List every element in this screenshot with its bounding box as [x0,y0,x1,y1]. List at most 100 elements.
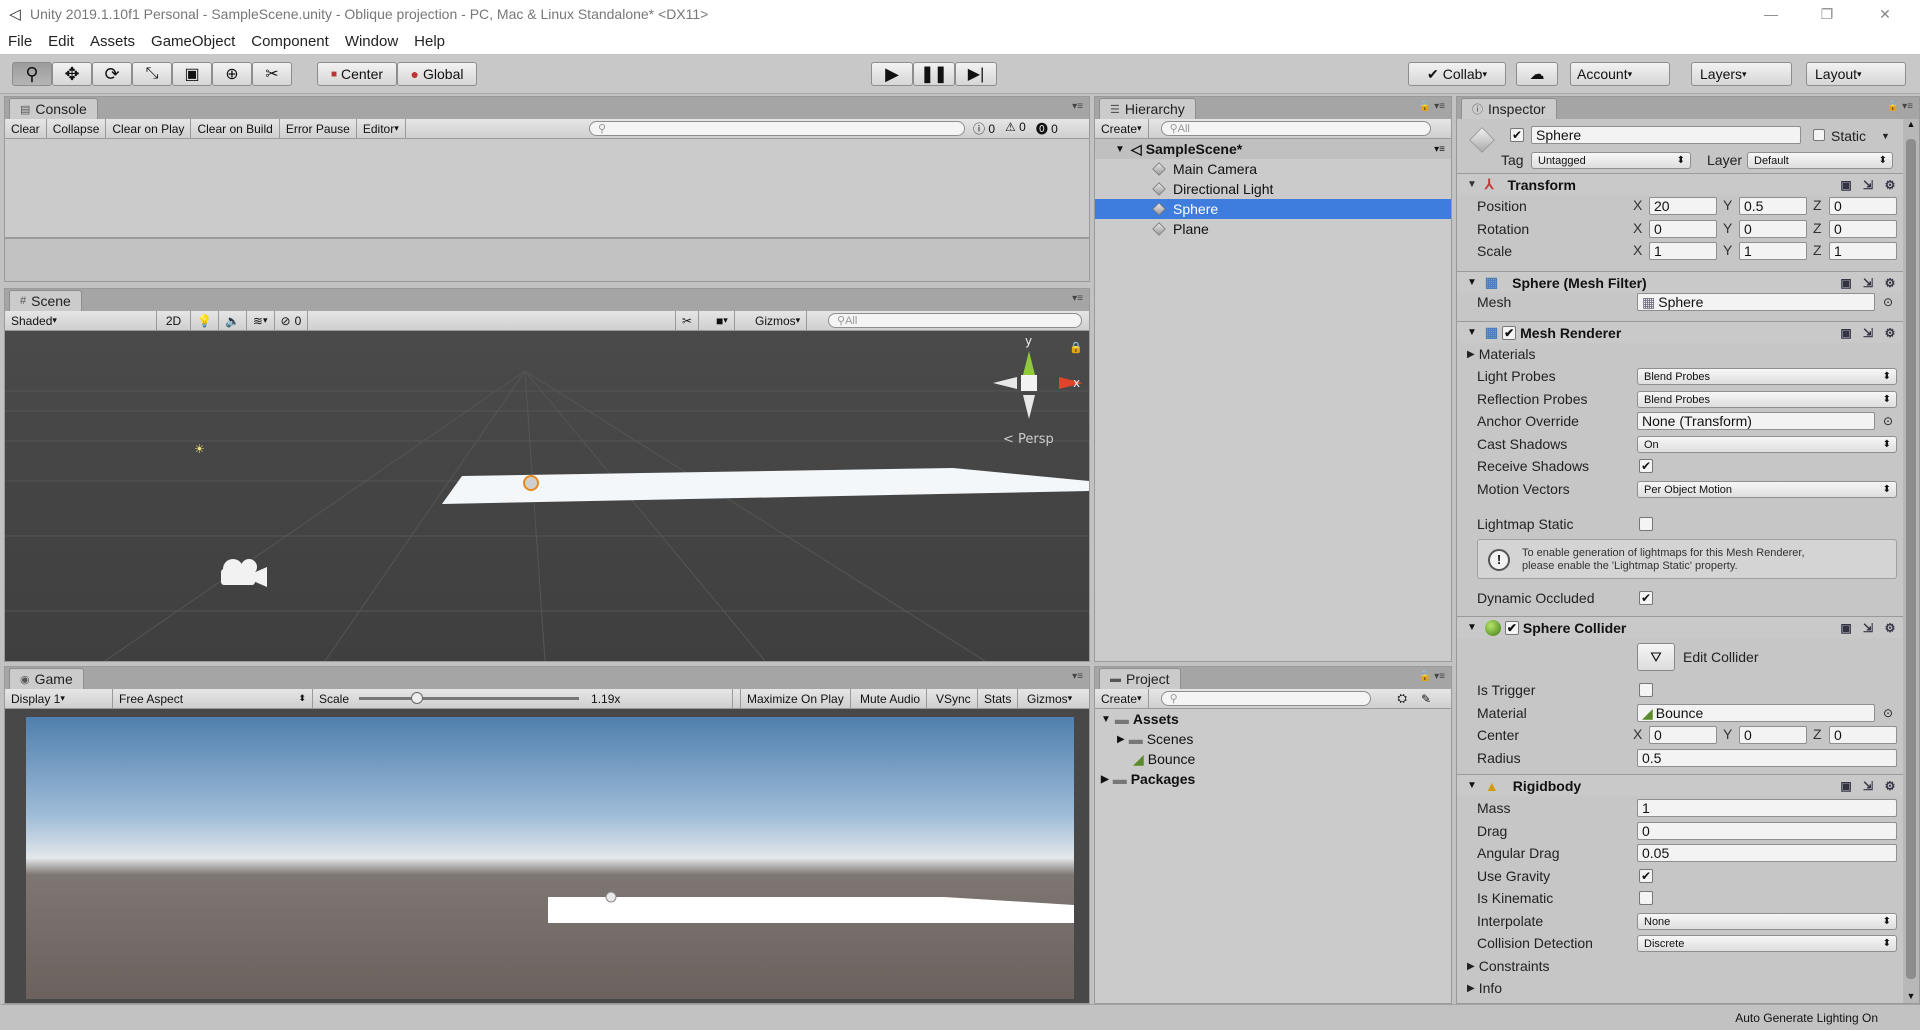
scale-tool-icon[interactable]: ⤡ [132,62,172,86]
pivot-center-button[interactable]: ■ Center [317,62,397,86]
tab-scene[interactable]: # Scene [9,290,82,311]
chevron-down-icon[interactable]: ▼ [1115,144,1125,155]
object-picker-icon[interactable]: ⊙ [1883,412,1893,430]
tab-project[interactable]: ▬ Project [1099,668,1181,689]
reflection-probes-dropdown[interactable]: Blend Probes [1637,391,1897,408]
sphere-collider-enabled-checkbox[interactable]: ✔ [1504,620,1519,635]
panel-menu-icon[interactable]: ▾≡ [1072,293,1083,304]
play-button[interactable]: ▶ [871,62,913,86]
panel-menu-icon[interactable]: 🔒 ▾≡ [1419,101,1445,112]
scene-tools-icon[interactable]: ✂ [675,310,700,331]
tab-console[interactable]: ▤ Console [9,98,98,119]
anchor-override-field[interactable]: None (Transform) [1637,412,1875,430]
project-search-input[interactable]: ⚲ [1160,691,1371,706]
tab-inspector[interactable]: ⓘ Inspector [1461,98,1557,119]
console-warning-count[interactable]: ⚠ 0 [1005,120,1026,137]
angular-drag-field[interactable]: 0.05 [1637,844,1897,862]
console-log-area[interactable] [5,139,1089,239]
preset-icon[interactable]: ⇲ [1861,276,1875,290]
chevron-down-icon[interactable]: ▼ [1467,622,1477,633]
move-tool-icon[interactable]: ✥ [52,62,92,86]
project-item-assets[interactable]: ▼ ▬ Assets [1095,709,1451,729]
rotation-x-field[interactable]: 0 [1649,220,1717,238]
hierarchy-item-sphere[interactable]: Sphere [1095,199,1451,219]
chevron-right-icon[interactable]: ▶ [1467,983,1475,994]
chevron-right-icon[interactable]: ▶ [1101,774,1109,785]
is-kinematic-checkbox[interactable] [1639,891,1653,905]
drag-field[interactable]: 0 [1637,822,1897,840]
layers-dropdown[interactable]: Layers [1691,62,1792,86]
console-clear-button[interactable]: Clear [5,118,47,139]
scale-x-field[interactable]: 1 [1649,242,1717,260]
hierarchy-create-dropdown[interactable]: Create [1095,118,1149,139]
rect-tool-icon[interactable]: ▣ [172,62,212,86]
edit-collider-button[interactable]: ⛛ [1637,643,1675,671]
help-icon[interactable]: ▣ [1839,326,1853,340]
cast-shadows-dropdown[interactable]: On [1637,436,1897,453]
game-gizmos-dropdown[interactable]: Gizmos [1021,689,1078,709]
chevron-down-icon[interactable]: ▼ [1467,327,1477,338]
layer-dropdown[interactable]: Default [1747,152,1893,169]
maximize-on-play-button[interactable]: Maximize On Play [740,688,851,709]
gameobject-name-input[interactable]: Sphere [1531,126,1801,144]
panel-menu-icon[interactable]: 🔒 ▾≡ [1887,101,1913,112]
close-button[interactable]: ✕ [1862,0,1908,28]
light-probes-dropdown[interactable]: Blend Probes [1637,368,1897,385]
center-z-field[interactable]: 0 [1829,726,1897,744]
perspective-label[interactable]: < Persp [1003,432,1054,447]
mesh-renderer-enabled-checkbox[interactable]: ✔ [1502,325,1517,340]
lock-icon[interactable]: 🔒 [1069,341,1083,354]
preset-icon[interactable]: ⇲ [1861,779,1875,793]
scroll-up-icon[interactable]: ▲ [1903,119,1919,129]
mass-field[interactable]: 1 [1637,799,1897,817]
console-error-pause-button[interactable]: Error Pause [280,118,357,139]
menu-gameobject[interactable]: GameObject [143,33,243,50]
sphere-object[interactable] [523,475,539,491]
console-error-count[interactable]: ⓿ 0 [1036,120,1058,137]
lighting-toggle-icon[interactable]: 💡 [191,310,219,331]
vsync-button[interactable]: VSync [930,688,978,709]
light-gizmo-icon[interactable]: ☀ [194,442,205,456]
menu-edit[interactable]: Edit [40,33,82,50]
static-dropdown-icon[interactable]: ▼ [1881,127,1890,145]
transform-tool-icon[interactable]: ⊕ [212,62,252,86]
auto-lighting-status[interactable]: Auto Generate Lighting On [1735,1011,1878,1025]
panel-menu-icon[interactable]: 🔒 ▾≡ [1419,671,1445,682]
stats-button[interactable]: Stats [978,688,1019,709]
mesh-filter-header[interactable]: ▼ ▦ Sphere (Mesh Filter) ▣ ⇲ ⚙ [1457,271,1903,293]
console-info-count[interactable]: ⓘ 0 [973,120,995,137]
position-x-field[interactable]: 20 [1649,197,1717,215]
help-icon[interactable]: ▣ [1839,779,1853,793]
position-y-field[interactable]: 0.5 [1739,197,1807,215]
hidden-objects-toggle[interactable]: ⊘ 0 [275,310,309,331]
preset-icon[interactable]: ⇲ [1861,621,1875,635]
custom-tool-icon[interactable]: ✂ [252,62,292,86]
hierarchy-search-input[interactable]: ⚲ All [1160,121,1431,136]
collider-material-field[interactable]: ◢ Bounce [1637,704,1875,722]
2d-toggle[interactable]: 2D [157,310,191,331]
hierarchy-item-plane[interactable]: Plane [1095,219,1451,239]
materials-foldout[interactable]: ▶ Materials [1467,345,1536,363]
sphere-collider-header[interactable]: ▼ ✔ Sphere Collider ▣ ⇲ ⚙ [1457,616,1903,638]
project-item-bounce[interactable]: ◢ Bounce [1095,749,1451,769]
project-item-scenes[interactable]: ▶ ▬ Scenes [1095,729,1451,749]
console-clear-on-build-button[interactable]: Clear on Build [191,118,280,139]
gear-icon[interactable]: ⚙ [1883,326,1897,340]
display-dropdown[interactable]: Display 1 [5,688,113,709]
preset-icon[interactable]: ⇲ [1861,326,1875,340]
center-x-field[interactable]: 0 [1649,726,1717,744]
tab-game[interactable]: ◉ Game [9,668,84,689]
minimize-button[interactable]: — [1748,0,1794,28]
scroll-down-icon[interactable]: ▼ [1903,991,1919,1001]
scene-viewport[interactable]: ☀ y x < Persp 🔒 [5,331,1089,661]
effects-dropdown-icon[interactable]: ≋ [247,310,275,331]
hierarchy-item-main-camera[interactable]: Main Camera [1095,159,1451,179]
menu-component[interactable]: Component [243,33,337,50]
object-picker-icon[interactable]: ⊙ [1883,704,1893,722]
center-y-field[interactable]: 0 [1739,726,1807,744]
scale-slider[interactable] [359,692,580,704]
chevron-right-icon[interactable]: ▶ [1467,961,1475,972]
menu-assets[interactable]: Assets [82,33,143,50]
help-icon[interactable]: ▣ [1839,621,1853,635]
dynamic-occluded-checkbox[interactable]: ✔ [1639,591,1653,605]
